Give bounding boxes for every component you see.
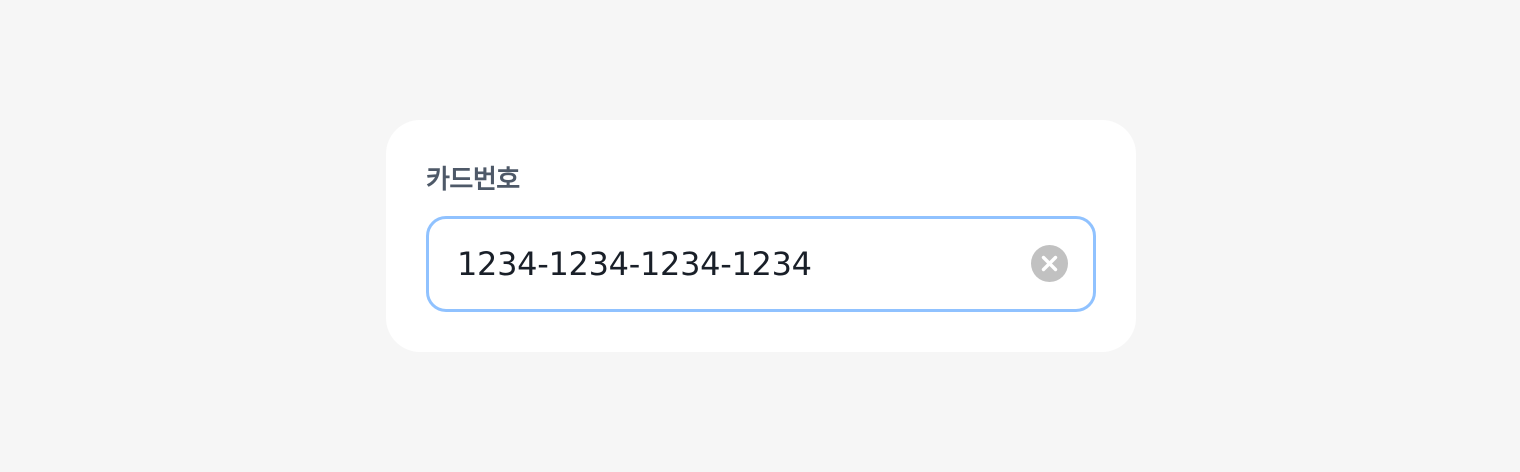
card-number-card: 카드번호: [386, 120, 1136, 352]
clear-input-button[interactable]: [1031, 245, 1068, 282]
card-number-input[interactable]: [429, 219, 1019, 309]
card-number-label: 카드번호: [426, 165, 520, 195]
close-icon: [1041, 255, 1058, 272]
card-number-input-container[interactable]: [426, 216, 1096, 312]
